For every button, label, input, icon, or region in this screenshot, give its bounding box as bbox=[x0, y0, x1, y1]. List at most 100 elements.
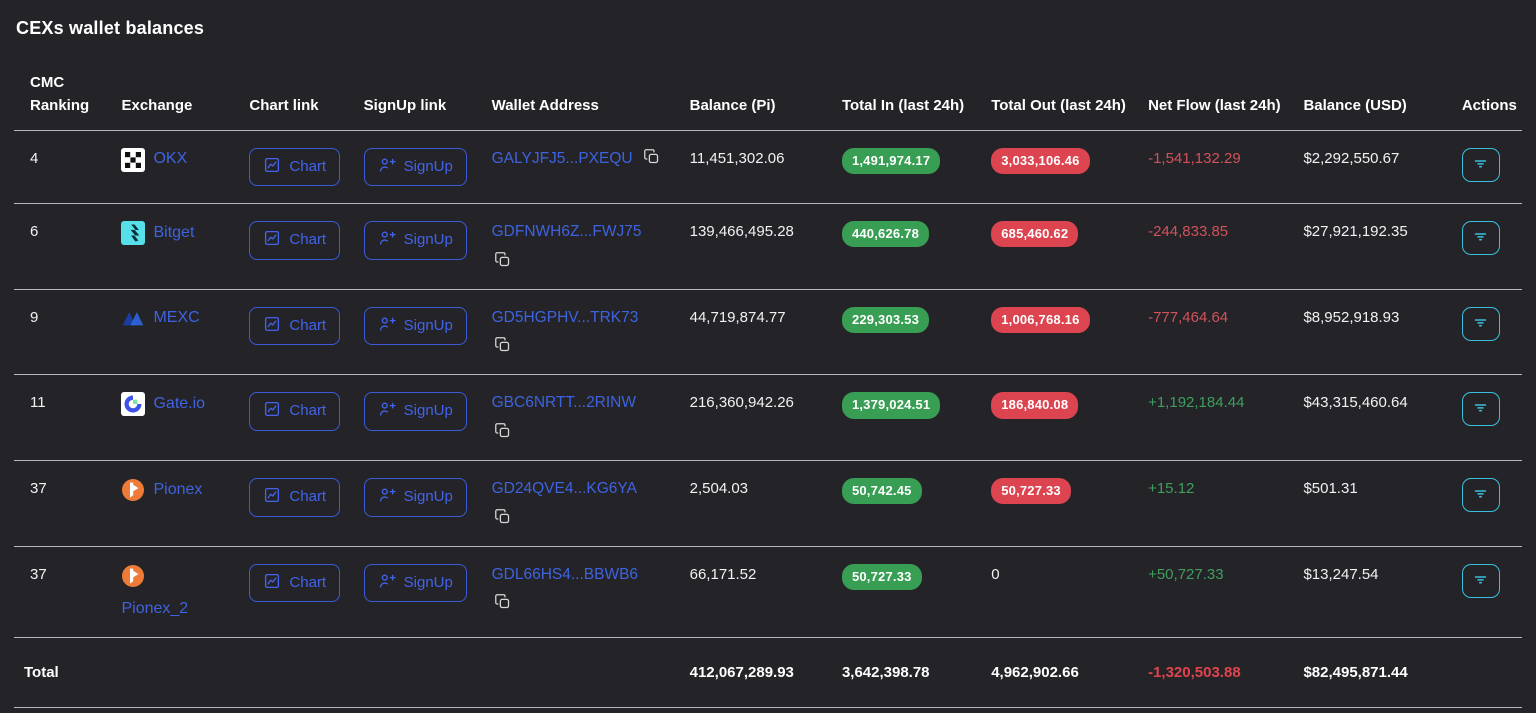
copy-icon bbox=[494, 251, 511, 268]
net-flow-value: +15.12 bbox=[1148, 480, 1194, 497]
balance-pi-value: 216,360,942.26 bbox=[690, 394, 794, 411]
total-in: 3,642,398.78 bbox=[842, 664, 930, 681]
pionex-logo-icon bbox=[121, 564, 145, 588]
wallet-address-link[interactable]: GBC6NRTT...2RINW bbox=[492, 394, 636, 411]
total-in-badge: 229,303.53 bbox=[842, 307, 929, 333]
copy-address-button[interactable] bbox=[494, 251, 511, 268]
wallet-address-cell: GBC6NRTT...2RINW bbox=[482, 375, 680, 461]
signup-button[interactable]: SignUp bbox=[364, 148, 467, 187]
balance-pi-value: 44,719,874.77 bbox=[690, 309, 786, 326]
total-in-badge: 1,379,024.51 bbox=[842, 392, 940, 418]
cmc-ranking-value: 11 bbox=[30, 394, 46, 411]
balance-usd-value: $43,315,460.64 bbox=[1303, 394, 1407, 411]
total-net-flow: -1,320,503.88 bbox=[1148, 664, 1241, 681]
chart-button[interactable]: Chart bbox=[249, 221, 340, 260]
chart-icon bbox=[263, 572, 281, 590]
total-balance-pi: 412,067,289.93 bbox=[690, 664, 794, 681]
filter-icon bbox=[1472, 228, 1489, 245]
balance-usd-value: $27,921,192.35 bbox=[1303, 223, 1407, 240]
user-plus-icon bbox=[378, 400, 396, 418]
wallet-address-link[interactable]: GDL66HS4...BBWB6 bbox=[492, 566, 638, 583]
filter-icon bbox=[1472, 155, 1489, 172]
total-in-badge: 1,491,974.17 bbox=[842, 148, 940, 174]
col-header-net-flow: Net Flow (last 24h) bbox=[1138, 65, 1293, 130]
wallet-address-cell: GALYJFJ5...PXEQU bbox=[482, 130, 680, 204]
total-out: 4,962,902.66 bbox=[991, 664, 1079, 681]
copy-address-button[interactable] bbox=[643, 148, 660, 165]
wallet-address-link[interactable]: GD5HGPHV...TRK73 bbox=[492, 309, 639, 326]
total-in-badge: 50,742.45 bbox=[842, 478, 922, 504]
table-row: 11 Gate.io Chart SignUp GBC6NRTT... bbox=[14, 375, 1522, 461]
net-flow-value: -777,464.64 bbox=[1148, 309, 1228, 326]
table-row: 37 Pionex Chart SignUp GD24QVE4...KG6YA bbox=[14, 461, 1522, 547]
col-header-actions: Actions bbox=[1452, 65, 1522, 130]
cmc-ranking-value: 37 bbox=[30, 566, 47, 583]
row-actions-button[interactable] bbox=[1462, 221, 1500, 255]
total-in-badge: 440,626.78 bbox=[842, 221, 929, 247]
exchange-link[interactable]: MEXC bbox=[153, 307, 199, 329]
row-actions-button[interactable] bbox=[1462, 392, 1500, 426]
net-flow-value: +50,727.33 bbox=[1148, 566, 1224, 583]
copy-address-button[interactable] bbox=[494, 336, 511, 353]
signup-button[interactable]: SignUp bbox=[364, 564, 467, 603]
chart-button[interactable]: Chart bbox=[249, 148, 340, 187]
gateio-logo-icon bbox=[121, 392, 145, 416]
col-header-balance-pi: Balance (Pi) bbox=[680, 65, 832, 130]
copy-icon bbox=[494, 593, 511, 610]
total-in-badge: 50,727.33 bbox=[842, 564, 922, 590]
cmc-ranking-value: 4 bbox=[30, 150, 38, 167]
wallet-address-cell: GD5HGPHV...TRK73 bbox=[482, 289, 680, 375]
filter-icon bbox=[1472, 485, 1489, 502]
signup-button[interactable]: SignUp bbox=[364, 307, 467, 346]
exchange-link[interactable]: OKX bbox=[153, 148, 187, 170]
chart-button[interactable]: Chart bbox=[249, 564, 340, 603]
wallet-address-cell: GD24QVE4...KG6YA bbox=[482, 461, 680, 547]
balance-pi-value: 66,171.52 bbox=[690, 566, 757, 583]
total-row: Total 412,067,289.93 3,642,398.78 4,962,902… bbox=[14, 638, 1522, 708]
wallet-address-link[interactable]: GDFNWH6Z...FWJ75 bbox=[492, 223, 642, 240]
balance-usd-value: $2,292,550.67 bbox=[1303, 150, 1399, 167]
col-header-chart-link: Chart link bbox=[239, 65, 353, 130]
table-row: 4 OKX Chart SignUp G bbox=[14, 130, 1522, 204]
row-actions-button[interactable] bbox=[1462, 564, 1500, 598]
chart-icon bbox=[263, 486, 281, 504]
chart-button[interactable]: Chart bbox=[249, 307, 340, 346]
exchange-link[interactable]: Gate.io bbox=[153, 393, 205, 415]
balance-usd-value: $13,247.54 bbox=[1303, 566, 1378, 583]
net-flow-value: -1,541,132.29 bbox=[1148, 150, 1241, 167]
copy-icon bbox=[494, 422, 511, 439]
row-actions-button[interactable] bbox=[1462, 307, 1500, 341]
exchange-link[interactable]: Pionex_2 bbox=[121, 598, 188, 620]
signup-button[interactable]: SignUp bbox=[364, 478, 467, 517]
signup-button[interactable]: SignUp bbox=[364, 392, 467, 431]
col-header-total-out: Total Out (last 24h) bbox=[981, 65, 1138, 130]
total-label: Total bbox=[24, 664, 59, 681]
filter-icon bbox=[1472, 399, 1489, 416]
exchange-link[interactable]: Bitget bbox=[153, 222, 194, 244]
copy-address-button[interactable] bbox=[494, 593, 511, 610]
row-actions-button[interactable] bbox=[1462, 148, 1500, 182]
exchange-link[interactable]: Pionex bbox=[153, 479, 202, 501]
chart-icon bbox=[263, 229, 281, 247]
bitget-logo-icon bbox=[121, 221, 145, 245]
user-plus-icon bbox=[378, 315, 396, 333]
pionex-logo-icon bbox=[121, 478, 145, 502]
exchange-cell: Bitget bbox=[121, 221, 229, 245]
copy-address-button[interactable] bbox=[494, 422, 511, 439]
chart-button[interactable]: Chart bbox=[249, 478, 340, 517]
balance-pi-value: 139,466,495.28 bbox=[690, 223, 794, 240]
wallet-address-link[interactable]: GD24QVE4...KG6YA bbox=[492, 480, 637, 497]
row-actions-button[interactable] bbox=[1462, 478, 1500, 512]
header-row: CMC Ranking Exchange Chart link SignUp l… bbox=[14, 65, 1522, 130]
filter-icon bbox=[1472, 314, 1489, 331]
chart-icon bbox=[263, 315, 281, 333]
total-out-badge: 1,006,768.16 bbox=[991, 307, 1089, 333]
chart-button[interactable]: Chart bbox=[249, 392, 340, 431]
copy-icon bbox=[494, 508, 511, 525]
exchange-cell: Pionex bbox=[121, 478, 229, 502]
user-plus-icon bbox=[378, 229, 396, 247]
wallet-address-link[interactable]: GALYJFJ5...PXEQU bbox=[492, 150, 633, 167]
signup-button[interactable]: SignUp bbox=[364, 221, 467, 260]
user-plus-icon bbox=[378, 156, 396, 174]
copy-address-button[interactable] bbox=[494, 508, 511, 525]
